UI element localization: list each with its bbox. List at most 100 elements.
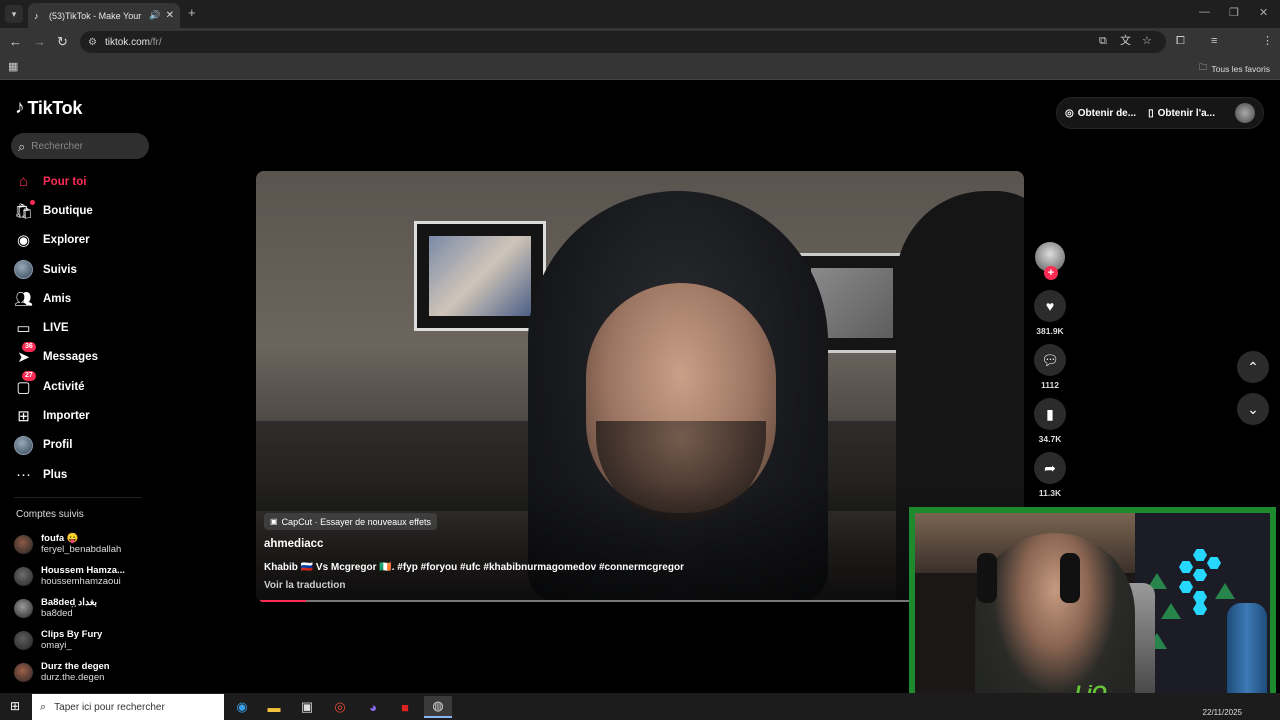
translate-icon[interactable]: 文 — [1120, 36, 1131, 47]
media-controls-icon[interactable]: ≡ — [1211, 36, 1217, 47]
follow-plus-icon[interactable]: + — [1044, 266, 1058, 280]
like-action: ♥ 381.9K — [1034, 290, 1066, 336]
tiktok-note-icon: ♪ — [15, 97, 25, 118]
sidebar-item-importer[interactable]: ⊞ Importer — [14, 401, 154, 430]
back-button[interactable]: ← — [9, 35, 22, 48]
new-tab-button[interactable]: + — [188, 5, 196, 20]
comment-bubble-icon[interactable]: 💬︎ — [1034, 344, 1066, 376]
streaming-app-icon[interactable]: ■ — [391, 696, 419, 718]
close-window-icon[interactable]: ✕ — [1259, 6, 1268, 19]
creator-avatar[interactable]: + — [1035, 242, 1065, 280]
browser-tab-strip: ▾ ♪ (53)TikTok - Make Your Day 🔊 ✕ + — ❐… — [0, 0, 1280, 28]
browser-menu-icon[interactable]: ⋮ — [1262, 36, 1273, 47]
tiktok-favicon-icon: ♪ — [34, 10, 39, 21]
sidebar-item-suivis[interactable]: Suivis — [14, 255, 154, 284]
obs-icon[interactable]: ◍ — [424, 696, 452, 718]
more-icon: ··· — [16, 466, 31, 484]
sidebar-item-label: Profil — [43, 439, 73, 452]
following-account[interactable]: Clips By Fury omayi_ — [14, 624, 154, 656]
forward-button[interactable]: → — [33, 35, 46, 48]
sidebar-item-activit-[interactable]: ▢ 27 Activité — [14, 371, 154, 401]
sidebar-item-label: Amis — [43, 292, 72, 305]
notification-badge: 27 — [22, 371, 36, 382]
store-icon[interactable]: ▣ — [293, 696, 321, 718]
share-arrow-icon[interactable]: ➦ — [1034, 452, 1066, 484]
discord-icon[interactable]: ◕ — [359, 696, 387, 718]
sidebar-item-label: Suivis — [43, 263, 77, 276]
taskbar-search-input[interactable]: ⌕ Taper ici pour rechercher — [32, 694, 224, 720]
account-avatar — [14, 598, 33, 618]
following-account[interactable]: Durz the degen durz.the.degen — [14, 656, 154, 688]
url-text: tiktok.com/fr/ — [104, 36, 162, 48]
sidebar-item-explorer[interactable]: ◉ Explorer — [14, 226, 154, 255]
all-bookmarks-button[interactable]: 🗀 Tous les favoris — [1199, 62, 1270, 76]
tab-search-button[interactable]: ▾ — [5, 5, 23, 23]
save-action: ▮ 34.7K — [1034, 398, 1066, 444]
sidebar-item-boutique[interactable]: 🛍︎ Boutique — [14, 196, 154, 225]
reload-button[interactable]: ↻ — [57, 35, 68, 48]
headset-icon — [1060, 553, 1080, 603]
capcut-effect-tag[interactable]: ▣ CapCut · Essayer de nouveaux effets — [264, 513, 437, 530]
audio-playing-icon[interactable]: 🔊 — [149, 10, 160, 21]
windows-start-icon[interactable]: ⊞ — [10, 700, 20, 712]
get-app-button[interactable]: ▯ Obtenir l'a... — [1148, 108, 1215, 119]
account-avatar — [14, 630, 33, 650]
following-account[interactable]: Ba8ded᷊᷊᷊ بغداد ba8ded — [14, 592, 154, 624]
friends-icon: 👥︎ — [13, 290, 34, 308]
video-progress-bar[interactable] — [260, 600, 1020, 602]
user-avatar[interactable] — [1235, 103, 1255, 123]
sidebar-item-label: Plus — [43, 468, 68, 481]
webcam-water-bottle — [1227, 603, 1267, 703]
video-actions: + ♥ 381.9K 💬︎ 1112 ▮ 34.7K ➦ 11.3K — [1034, 242, 1066, 506]
account-name: Durz the degen — [41, 661, 110, 672]
address-bar[interactable]: ⚙ tiktok.com/fr/ — [80, 31, 1166, 53]
search-input[interactable]: ⌕ Rechercher — [11, 133, 149, 159]
video-progress-fill — [260, 600, 306, 602]
restore-window-icon[interactable]: ❐ — [1229, 6, 1239, 19]
file-explorer-icon[interactable]: ▬ — [260, 696, 288, 718]
following-account[interactable]: foufa 😛 feryel_benabdallah — [14, 528, 154, 560]
shop-icon: 🛍︎ — [14, 200, 35, 220]
sidebar-divider — [14, 497, 142, 498]
comment-count: 1112 — [1041, 380, 1059, 390]
extensions-icon[interactable]: ⧠ — [1176, 36, 1185, 47]
sidebar-item-label: Pour toi — [43, 175, 87, 188]
following-account[interactable]: Houssem Hamza... houssemhamzaoui — [14, 560, 154, 592]
browser-tab[interactable]: ♪ (53)TikTok - Make Your Day 🔊 ✕ — [28, 3, 180, 28]
tab-title: (53)TikTok - Make Your Day — [49, 10, 144, 21]
site-info-icon[interactable]: ⚙ — [88, 37, 97, 48]
coin-icon: ◎ — [1065, 107, 1074, 119]
minimize-window-icon[interactable]: — — [1199, 6, 1210, 18]
sidebar-item-pour-toi[interactable]: ⌂ Pour toi — [14, 167, 154, 196]
home-icon: ⌂ — [18, 173, 29, 191]
account-username: ba8ded — [41, 608, 73, 619]
sidebar-item-messages[interactable]: ➤ 36 Messages — [14, 341, 154, 372]
video-author[interactable]: ahmediacc — [264, 538, 323, 550]
see-translation-link[interactable]: Voir la traduction — [264, 580, 346, 591]
sidebar-item-amis[interactable]: 👥︎ Amis — [14, 284, 154, 313]
webcam-wall-triangle — [1161, 603, 1181, 619]
account-name: Ba8ded᷊᷊᷊ بغداد — [41, 597, 98, 608]
sidebar-item-profil[interactable]: Profil — [14, 431, 154, 460]
edge-browser-icon[interactable]: ◉ — [228, 696, 256, 718]
apps-grid-icon[interactable]: ▦ — [8, 62, 18, 73]
video-caption[interactable]: Khabib 🇷🇺 Vs Mcgregor 🇮🇪. #fyp #foryou #… — [264, 562, 684, 573]
sidebar-item-live[interactable]: ▭ LIVE — [14, 313, 154, 342]
bookmark-star-icon[interactable]: ☆ — [1142, 36, 1152, 47]
webcam-wall-triangle — [1215, 583, 1235, 599]
account-name: Houssem Hamza... — [41, 565, 125, 576]
like-heart-icon[interactable]: ♥ — [1034, 290, 1066, 322]
get-coins-button[interactable]: ◎ Obtenir de... — [1065, 108, 1136, 119]
next-video-button[interactable]: ⌄ — [1237, 393, 1269, 425]
share-action: ➦ 11.3K — [1034, 452, 1066, 498]
chrome-icon[interactable]: ◎ — [326, 696, 354, 718]
sidebar-item-plus[interactable]: ··· Plus — [14, 460, 154, 489]
taskbar-date: 22/11/2025 — [1202, 708, 1242, 717]
previous-video-button[interactable]: ⌃ — [1237, 351, 1269, 383]
close-tab-icon[interactable]: ✕ — [166, 10, 174, 21]
tiktok-logo[interactable]: ♪ TikTok — [15, 97, 82, 119]
bookmark-icon[interactable]: ▮ — [1034, 398, 1066, 430]
install-app-icon[interactable]: ⧉ — [1099, 36, 1107, 47]
bookmarks-bar: ▦ 🗀 Tous les favoris — [0, 56, 1280, 80]
sidebar-item-label: Messages — [43, 351, 98, 364]
